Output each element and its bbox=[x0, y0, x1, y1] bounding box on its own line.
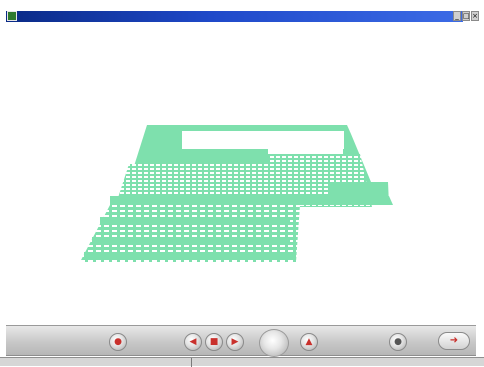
maximize-button[interactable]: □ bbox=[462, 11, 470, 21]
forward-icon: ▶ bbox=[231, 336, 239, 347]
3d-viewport[interactable] bbox=[0, 22, 484, 322]
forward-button[interactable]: ▶ bbox=[226, 333, 244, 351]
close-icon: × bbox=[472, 12, 478, 20]
exit-arrow-icon: ➜ bbox=[449, 335, 459, 346]
model-right-side bbox=[330, 182, 389, 205]
record-button[interactable]: ● bbox=[109, 333, 127, 351]
title-bar-strip bbox=[6, 11, 463, 22]
model-top-window bbox=[182, 131, 344, 149]
rewind-icon: ◀ bbox=[189, 336, 197, 347]
app-icon bbox=[7, 11, 17, 21]
eject-button[interactable]: ▲ bbox=[300, 333, 318, 351]
3d-model-render bbox=[80, 125, 393, 262]
minimize-button[interactable]: _ bbox=[453, 11, 461, 21]
player-toolbar: ● ◀ ■ ▶ ▲ ● ➜ bbox=[6, 325, 476, 357]
minimize-icon: _ bbox=[455, 12, 459, 20]
info-icon: ● bbox=[394, 336, 402, 347]
rewind-button[interactable]: ◀ bbox=[184, 333, 202, 351]
title-bar: _ □ × bbox=[0, 0, 484, 22]
record-icon: ● bbox=[114, 336, 122, 347]
window-controls: _ □ × bbox=[453, 11, 479, 21]
model-lower-stripe bbox=[100, 217, 290, 225]
model-lower-stripe bbox=[92, 237, 290, 243]
play-button[interactable]: ■ bbox=[205, 333, 223, 351]
play-icon: ■ bbox=[209, 336, 219, 347]
eject-icon: ▲ bbox=[305, 336, 313, 347]
model-lower-stripe bbox=[84, 252, 294, 258]
status-bar bbox=[0, 357, 484, 367]
exit-button[interactable]: ➜ bbox=[438, 332, 470, 350]
close-button[interactable]: × bbox=[471, 11, 479, 21]
maximize-icon: □ bbox=[463, 12, 470, 20]
zoom-dial[interactable] bbox=[259, 329, 289, 357]
info-button[interactable]: ● bbox=[389, 333, 407, 351]
